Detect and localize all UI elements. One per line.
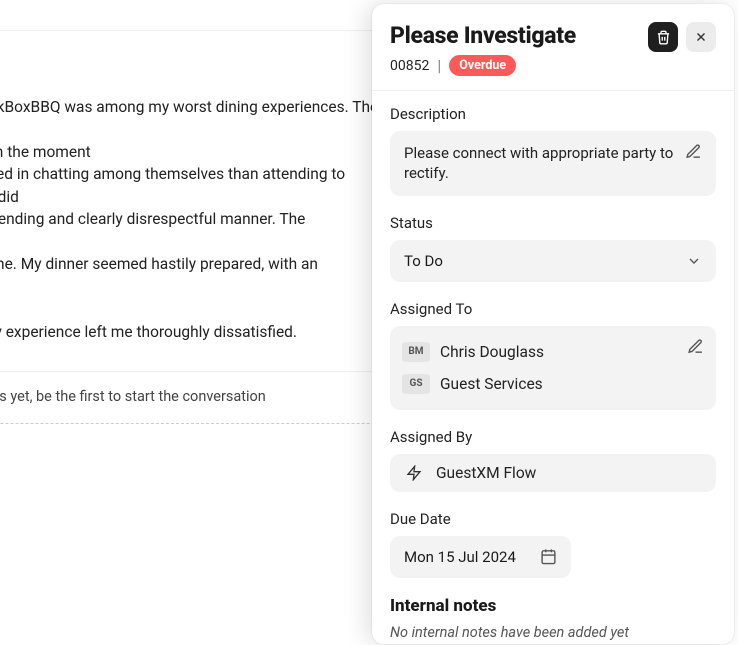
review-header: Gripe 1 ★ xyxy=(0,43,380,63)
status-select[interactable]: To Do xyxy=(390,240,716,282)
description-label: Description xyxy=(390,105,716,123)
assigned-to-field[interactable]: BM Chris Douglass GS Guest Services xyxy=(390,326,716,410)
panel-actions xyxy=(648,22,716,52)
assigned-by-section: Assigned By GuestXM Flow xyxy=(390,428,716,492)
status-value: To Do xyxy=(404,252,443,270)
assignee-row: GS Guest Services xyxy=(402,368,704,400)
pencil-icon xyxy=(685,143,702,160)
assignee-initials: GS xyxy=(402,374,430,394)
due-date-section: Due Date Mon 15 Jul 2024 xyxy=(390,510,716,578)
overdue-badge: Overdue xyxy=(449,55,516,76)
task-detail-panel: Please Investigate 00852 | Overdue Descr… xyxy=(372,4,734,644)
description-text: Please connect with appropriate party to… xyxy=(404,143,675,184)
calendar-icon xyxy=(540,548,557,565)
status-label: Status xyxy=(390,214,716,232)
due-date-value: Mon 15 Jul 2024 xyxy=(404,548,516,566)
status-section: Status To Do xyxy=(390,214,716,282)
close-icon xyxy=(694,30,708,44)
assigned-by-label: Assigned By xyxy=(390,428,716,446)
edit-description-button[interactable] xyxy=(685,143,702,164)
panel-header: Please Investigate 00852 | Overdue xyxy=(390,22,716,76)
due-date-label: Due Date xyxy=(390,510,716,528)
assigned-to-section: Assigned To BM Chris Douglass GS Guest S… xyxy=(390,300,716,410)
panel-title: Please Investigate xyxy=(390,22,576,49)
panel-title-wrap: Please Investigate 00852 | Overdue xyxy=(390,22,576,76)
assignee-name: Guest Services xyxy=(440,375,543,393)
assignee-name: Chris Douglass xyxy=(440,343,544,361)
no-comments-text: ere are no comments yet, be the first to… xyxy=(0,388,380,405)
delete-button[interactable] xyxy=(648,22,678,52)
internal-notes-title: Internal notes xyxy=(390,596,716,616)
panel-meta: 00852 | Overdue xyxy=(390,55,576,76)
lightning-icon xyxy=(406,465,422,481)
background-review: Gripe 1 ★ 24 20:52 recent visit to Black… xyxy=(0,0,380,424)
divider xyxy=(372,90,734,91)
assigned-to-label: Assigned To xyxy=(390,300,716,318)
trash-icon xyxy=(656,30,671,45)
review-timestamp: 24 20:52 xyxy=(0,67,380,82)
assignee-initials: BM xyxy=(402,342,430,362)
assigned-by-field: GuestXM Flow xyxy=(390,454,716,492)
chevron-down-icon xyxy=(686,253,702,269)
description-field[interactable]: Please connect with appropriate party to… xyxy=(390,131,716,196)
flow-icon xyxy=(402,465,426,481)
pencil-icon xyxy=(687,338,704,355)
due-date-field[interactable]: Mon 15 Jul 2024 xyxy=(390,536,571,578)
internal-notes-empty: No internal notes have been added yet xyxy=(390,624,716,641)
separator: | xyxy=(437,56,441,75)
case-id: 00852 xyxy=(390,58,429,74)
assignee-row: BM Chris Douglass xyxy=(402,336,704,368)
close-button[interactable] xyxy=(686,22,716,52)
description-section: Description Please connect with appropri… xyxy=(390,105,716,196)
assigned-by-name: GuestXM Flow xyxy=(436,464,536,482)
review-body: recent visit to BlackBoxBBQ was among my… xyxy=(0,96,380,343)
edit-assigned-button[interactable] xyxy=(687,338,704,359)
